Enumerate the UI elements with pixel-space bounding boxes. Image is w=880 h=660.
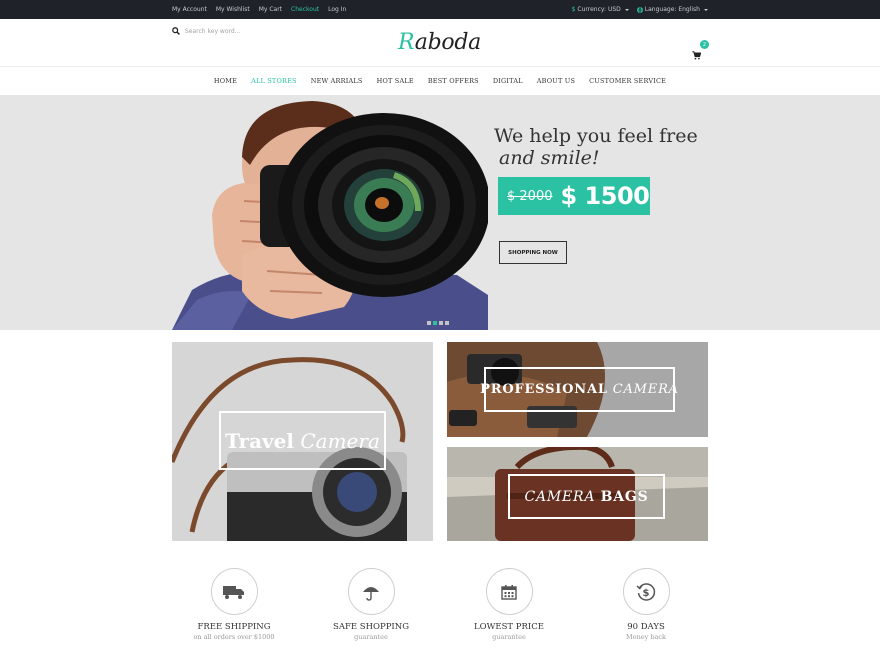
feature-free-shipping: FREE SHIPPING on all orders over $1000 [164,568,304,641]
feature-safe-shopping: SAFE SHOPPING guarantee [301,568,441,641]
feature-title: FREE SHIPPING [197,622,271,632]
banner-title-bold: Travel [225,428,294,453]
feature-title: 90 DAYS [627,622,665,632]
chevron-down-icon [704,8,708,11]
feature-icon-circle [347,568,395,615]
feature-subtitle: on all orders over $1000 [193,633,275,641]
slide-dot-2[interactable] [433,321,437,325]
nav-all-stores[interactable]: ALL STORES [244,77,304,85]
my-cart-link[interactable]: My Cart [259,6,282,13]
language-selector[interactable]: Language: English [636,6,708,13]
chevron-down-icon [624,8,629,11]
search-input[interactable] [185,27,265,35]
feature-title: SAFE SHOPPING [333,622,409,632]
cart-button[interactable]: 2 [692,40,709,60]
checkout-link[interactable]: Checkout [291,6,319,13]
slider-dots [427,321,449,325]
svg-text:$: $ [643,588,650,599]
main-nav: HOME ALL STORES NEW ARRIALS HOT SALE BES… [0,67,880,95]
nav-about-us[interactable]: ABOUT US [530,77,582,85]
feature-icon-circle: $ [622,568,670,615]
truck-icon [223,585,244,599]
nav-best-offers[interactable]: BEST OFFERS [421,77,486,85]
old-price: $ 2000 [507,188,553,204]
price-tag: $ 2000 $ 1500 [498,177,650,215]
umbrella-icon [363,586,379,601]
feature-icon-circle [485,568,533,615]
new-price: $ 1500 [560,182,650,210]
hero-photographer-image [172,95,488,330]
slide-dot-1[interactable] [427,321,431,325]
slide-dot-4[interactable] [445,321,449,325]
money-back-icon: $ [636,582,656,601]
camera-bags-banner[interactable]: CAMERA BAGS [447,447,708,541]
login-link[interactable]: Log In [328,6,346,13]
professional-camera-banner[interactable]: PROFESSIONAL CAMERA [447,342,708,437]
currency-selector[interactable]: $ Currency: USD [572,6,629,13]
professional-camera-frame: PROFESSIONAL CAMERA [480,367,678,412]
nav-hot-sale[interactable]: HOT SALE [370,77,421,85]
currency-label: Currency: USD [577,6,621,13]
banner-title-bold: PROFESSIONAL [480,382,608,397]
hero-title: We help you feel free [494,125,698,147]
search-icon[interactable] [172,27,180,35]
feature-subtitle: Money back [626,633,666,641]
camera-bags-frame: CAMERA BAGS [508,474,665,519]
banner-title-italic: CAMERA [524,488,596,505]
hero-subtitle: and smile! [499,147,600,169]
search-box [172,27,265,35]
topbar-selectors: $ Currency: USD Language: English [572,0,708,19]
feature-money-back: $ 90 DAYS Money back [576,568,716,641]
feature-icon-circle [210,568,258,615]
feature-subtitle: guarantee [492,633,526,641]
feature-lowest-price: LOWEST PRICE guarantee [439,568,579,641]
shopping-now-button[interactable]: SHOPPING NOW [499,241,567,264]
site-logo[interactable]: Raboda [398,30,481,55]
hero-slider: We help you feel free and smile! $ 2000 … [0,95,880,330]
dollar-icon: $ [571,6,576,13]
nav-home[interactable]: HOME [207,77,244,85]
my-wishlist-link[interactable]: My Wishlist [216,6,250,13]
language-label: Language: English [644,6,700,13]
travel-camera-banner[interactable]: Travel Camera [172,342,433,541]
feature-subtitle: guarantee [354,633,388,641]
logo-initial: R [398,30,415,55]
feature-title: LOWEST PRICE [474,622,544,632]
nav-customer-service[interactable]: CUSTOMER SERVICE [582,77,673,85]
slide-dot-3[interactable] [439,321,443,325]
banner-title-italic: CAMERA [612,382,679,397]
logo-text: aboda [414,30,481,55]
my-account-link[interactable]: My Account [172,6,207,13]
banner-title-italic: Camera [300,428,380,453]
banner-title-bold: BAGS [600,488,649,505]
nav-new-arrivals[interactable]: NEW ARRIALS [304,77,370,85]
cart-count-badge: 2 [700,40,709,49]
globe-icon [636,6,643,13]
nav-digital[interactable]: DIGITAL [486,77,530,85]
features-row: FREE SHIPPING on all orders over $1000 S… [172,568,708,648]
travel-camera-frame: Travel Camera [219,411,386,470]
account-links: My Account My Wishlist My Cart Checkout … [172,0,346,19]
cart-icon [692,51,702,60]
top-bar: My Account My Wishlist My Cart Checkout … [0,0,880,19]
calendar-icon [501,584,517,600]
